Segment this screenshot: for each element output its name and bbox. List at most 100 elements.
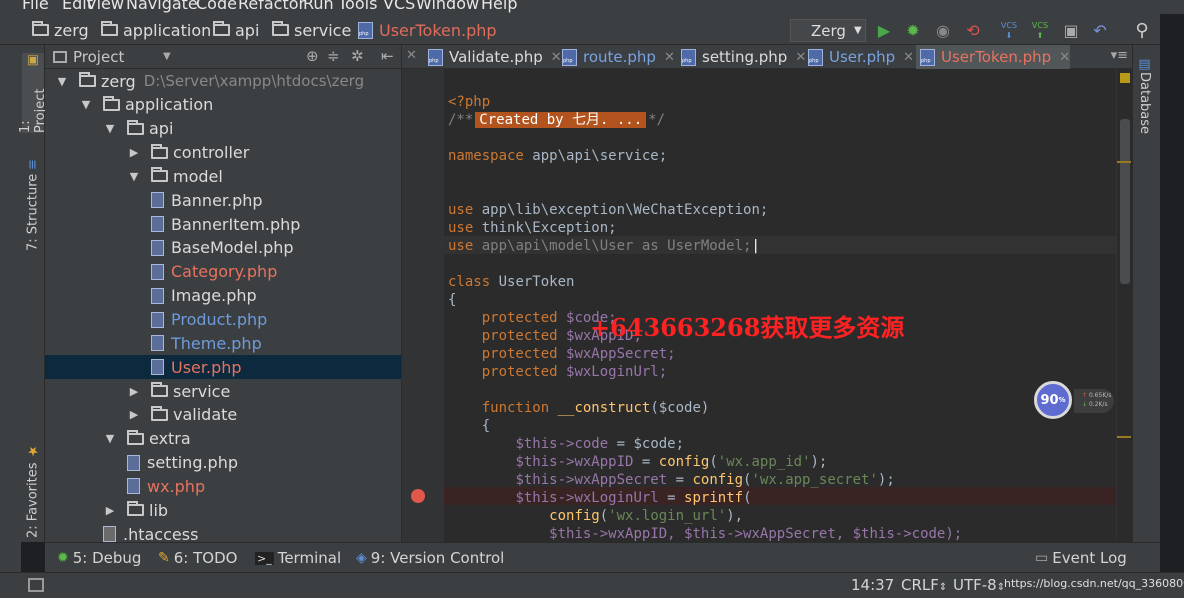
scrollbar-thumb[interactable] [1120, 119, 1130, 284]
error-stripe-mark[interactable] [1117, 161, 1131, 163]
tree-file[interactable]: wx.php [45, 474, 401, 498]
vcs-update-icon[interactable]: VCS ⬇ [999, 21, 1019, 41]
tree-folder[interactable]: ▼ zerg D:\Server\xampp\htdocs\zerg [45, 69, 401, 93]
close-icon[interactable]: ✕ [406, 48, 417, 63]
tree-folder[interactable]: ▼ extra [45, 427, 401, 451]
breadcrumb-file[interactable]: UserToken.php [358, 19, 497, 41]
tool-tab-version-control[interactable]: ◈ 9: Version Control [356, 549, 504, 567]
editor-tab[interactable]: User.php ✕ [804, 45, 914, 69]
tree-item-label: Image.php [171, 286, 257, 306]
tree-file[interactable]: BannerItem.php [45, 212, 401, 236]
collapsed-arrow-icon[interactable]: ▶ [127, 146, 141, 159]
tool-tab-structure[interactable]: 7: Structure ≡ [22, 155, 44, 251]
tree-file[interactable]: BaseModel.php [45, 236, 401, 260]
tree-folder[interactable]: ▶ validate [45, 403, 401, 427]
collapsed-arrow-icon[interactable]: ▶ [127, 385, 141, 398]
expanded-arrow-icon[interactable]: ▼ [79, 98, 93, 111]
text-cursor: | [751, 238, 760, 254]
undo-icon[interactable]: ↶ [1090, 21, 1110, 41]
breadcrumb-api[interactable]: api [213, 19, 259, 41]
menu-window[interactable]: Window [416, 0, 479, 13]
tree-file[interactable]: Product.php [45, 308, 401, 332]
updown-icon: ⇕ [938, 582, 948, 593]
tool-tab-database[interactable]: ▤Database [1137, 57, 1152, 134]
run-icon[interactable]: ▶ [874, 21, 894, 41]
profile-icon[interactable]: ⟲ [963, 21, 983, 41]
breakpoint-icon[interactable] [411, 489, 425, 503]
menu-vcs[interactable]: VCS [383, 0, 415, 13]
coverage-icon[interactable]: ◉ [933, 21, 953, 41]
hide-panel-icon[interactable]: ⇤ [381, 47, 394, 65]
collapse-all-icon[interactable]: ≑ [327, 47, 340, 65]
chevron-down-icon[interactable]: ▼ [163, 51, 171, 62]
tool-tab-project[interactable]: 1: Project ▣ [18, 53, 48, 133]
inspection-status-icon[interactable] [1120, 73, 1130, 83]
tree-file[interactable]: setting.php [45, 451, 401, 475]
collapsed-arrow-icon[interactable]: ▶ [103, 504, 117, 517]
tree-folder[interactable]: ▶ service [45, 379, 401, 403]
close-icon[interactable]: ✕ [664, 50, 675, 65]
tool-tab-favorites[interactable]: 2: Favorites ★ [22, 438, 44, 538]
code-line: $this->wxAppID, $this->wxAppSecret, $thi… [448, 525, 962, 543]
tool-windows-toggle-icon[interactable] [28, 578, 44, 592]
breadcrumb-application[interactable]: application [101, 19, 211, 41]
folder-icon [151, 405, 168, 421]
folded-comment[interactable]: Created by 七月. ... [475, 112, 647, 128]
vcs-commit-icon[interactable]: VCS ⬆ [1030, 21, 1050, 41]
menu-refactor[interactable]: Refactor [238, 0, 305, 13]
expanded-arrow-icon[interactable]: ▼ [127, 170, 141, 183]
tree-file[interactable]: User.php [45, 355, 401, 380]
tree-file[interactable]: Theme.php [45, 331, 401, 355]
line-separator[interactable]: CRLF⇕ [901, 576, 947, 594]
tool-tab-debug[interactable]: ✹ 5: Debug [57, 549, 141, 567]
menu-tools[interactable]: Tools [338, 0, 377, 13]
tree-folder[interactable]: ▶ lib [45, 498, 401, 522]
editor-tab[interactable]: setting.php✕ [677, 45, 806, 69]
menu-view[interactable]: View [86, 0, 124, 13]
tree-folder[interactable]: ▼ model [45, 164, 401, 188]
breadcrumb-service[interactable]: service [272, 19, 351, 41]
editor-scrollbar[interactable] [1116, 69, 1132, 542]
close-icon[interactable]: ✕ [1059, 50, 1070, 65]
editor-tab[interactable]: route.php ✕ [558, 45, 675, 69]
expanded-arrow-icon[interactable]: ▼ [103, 432, 117, 445]
project-panel-title[interactable]: Project [73, 48, 124, 66]
run-configuration-select[interactable]: Zerg ▼ [790, 19, 866, 42]
event-log-button[interactable]: ▭ Event Log [1035, 549, 1127, 567]
tree-folder[interactable]: ▶ controller [45, 141, 401, 165]
search-icon[interactable]: ⚲ [1132, 21, 1152, 41]
file-encoding[interactable]: UTF-8⇕ [953, 576, 1005, 594]
error-stripe-mark[interactable] [1117, 436, 1131, 438]
tree-folder[interactable]: ▼ api [45, 117, 401, 141]
expanded-arrow-icon[interactable]: ▼ [103, 122, 117, 135]
menu-run[interactable]: Run [303, 0, 334, 13]
menu-file[interactable]: File [22, 0, 49, 13]
project-view-icon [53, 51, 67, 63]
debug-icon[interactable]: ✹ [903, 21, 923, 41]
upload-speed-value: 0.65K/s [1088, 392, 1112, 399]
menu-navigate[interactable]: Navigate [126, 0, 198, 13]
collapsed-arrow-icon[interactable]: ▶ [127, 408, 141, 421]
gear-icon[interactable]: ✲ [351, 47, 364, 65]
editor-tab[interactable]: Validate.php✕ [424, 45, 562, 69]
star-icon: ★ [25, 443, 41, 459]
vcs-compare-icon[interactable]: ▣ [1061, 21, 1081, 41]
editor-tab[interactable]: UserToken.php ✕ [916, 45, 1071, 69]
caret-position[interactable]: 14:37 [851, 576, 894, 594]
expanded-arrow-icon[interactable]: ▼ [55, 75, 69, 88]
tree-file[interactable]: Banner.php [45, 188, 401, 212]
tree-file[interactable]: .htaccess [45, 522, 401, 542]
menu-help[interactable]: Help [481, 0, 517, 13]
tool-tab-terminal[interactable]: >_ Terminal [255, 549, 341, 567]
close-icon[interactable]: ✕ [903, 50, 914, 65]
breadcrumb-zerg[interactable]: zerg [32, 19, 89, 41]
scroll-from-source-icon[interactable]: ⊕ [306, 47, 319, 65]
tree-file[interactable]: Image.php [45, 284, 401, 308]
tree-folder[interactable]: ▼ application [45, 93, 401, 117]
tool-tab-todo[interactable]: ✎ 6: TODO [158, 549, 237, 567]
menu-code[interactable]: Code [196, 0, 237, 13]
tree-file[interactable]: Category.php [45, 260, 401, 284]
tab-list-icon[interactable]: ▾≡ [1111, 48, 1128, 63]
network-gauge[interactable]: 90% ↑ 0.65K/s ↓ 0.2K/s [1034, 381, 1114, 421]
editor-gutter[interactable] [402, 69, 444, 542]
